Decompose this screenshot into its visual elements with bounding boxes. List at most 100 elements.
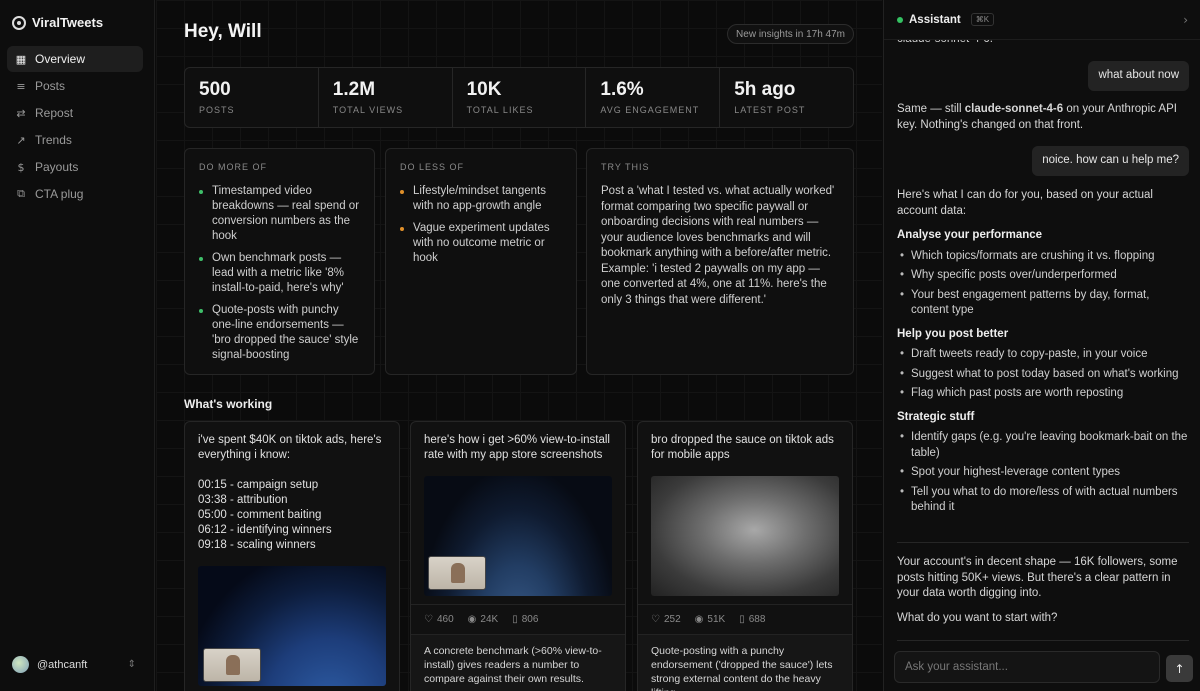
post-card[interactable]: bro dropped the sauce on tiktok ads for …: [637, 421, 853, 691]
sidebar-item-payouts[interactable]: $ Payouts: [7, 154, 143, 180]
grid-icon: ▦: [15, 52, 27, 66]
assistant-message: Here's what I can do for you, based on y…: [897, 188, 1189, 524]
post-text: here's how i get >60% view-to-install ra…: [424, 434, 610, 461]
eye-icon: ◉: [467, 614, 477, 625]
assistant-title: Assistant: [909, 13, 961, 26]
insights-badge: New insights in 17h 47m: [727, 24, 854, 44]
user-message: what about now: [1088, 61, 1189, 91]
list-item: Spot your highest-leverage content types: [897, 465, 1189, 481]
arrow-up-icon: ↑: [1174, 661, 1185, 676]
bookmark-icon: ▯: [739, 614, 745, 625]
chevron-updown-icon: ⇕: [127, 659, 136, 670]
bookmarks-count: 688: [748, 614, 766, 625]
sidebar-item-posts[interactable]: ≡ Posts: [7, 73, 143, 99]
heart-icon: ♡: [424, 614, 433, 625]
bookmarks-count: 806: [521, 614, 539, 625]
list-item: Vague experiment updates with no outcome…: [400, 221, 562, 266]
list-icon: ≡: [16, 79, 26, 93]
do-more-card: DO MORE OF Timestamped video breakdowns …: [184, 148, 375, 375]
message-text: Same — still: [897, 103, 965, 115]
assistant-message: Your account's in decent shape — 16K fol…: [897, 555, 1189, 626]
list-item: Suggest what to post today based on what…: [897, 367, 1189, 383]
link-icon: ⧉: [17, 187, 25, 200]
stat-label: POSTS: [199, 105, 235, 115]
do-less-list: Lifestyle/mindset tangents with no app-g…: [400, 184, 562, 266]
views-metric: ◉ 51K: [695, 614, 726, 625]
user-handle: @athcanft: [37, 658, 88, 671]
do-more-list: Timestamped video breakdowns — real spen…: [199, 184, 360, 363]
brand[interactable]: ViralTweets: [12, 15, 103, 30]
list-item: Why specific posts over/underperformed: [897, 268, 1189, 284]
message-heading: Analyse your performance: [897, 229, 1043, 241]
stat-value: 10K: [466, 79, 502, 100]
likes-metric: ♡ 252: [651, 614, 681, 625]
list-item: Tell you what to do more/less of with ac…: [897, 485, 1189, 516]
views-metric: ◉ 24K: [468, 614, 499, 625]
sidebar-item-label: Payouts: [35, 160, 79, 174]
main-content: Hey, Will New insights in 17h 47m 500 PO…: [156, 0, 882, 691]
card-title: DO MORE OF: [199, 162, 267, 172]
try-this-text: Post a 'what I tested vs. what actually …: [601, 185, 835, 306]
card-title: DO LESS OF: [400, 162, 465, 172]
user-switcher[interactable]: @athcanft ⇕: [12, 656, 136, 673]
sidebar-item-cta-plug[interactable]: ⧉ CTA plug: [7, 181, 143, 207]
heart-icon: ♡: [651, 614, 660, 625]
stat-value: 1.6%: [600, 79, 644, 100]
assistant-message: Same — still claude-sonnet-4-6 on your A…: [897, 102, 1189, 133]
shortcut-badge: ⌘K: [970, 13, 995, 26]
post-image: [651, 476, 839, 596]
post-card[interactable]: here's how i get >60% view-to-install ra…: [410, 421, 626, 691]
bookmarks-metric: ▯ 688: [739, 614, 765, 625]
stats-bar: 500 POSTS 1.2M TOTAL VIEWS 10K TOTAL LIK…: [184, 67, 854, 128]
stat-latest-post: 5h ago LATEST POST: [720, 68, 853, 127]
model-name: claude-sonnet-4-6: [964, 103, 1064, 115]
likes-count: 460: [436, 614, 454, 625]
stat-total-likes: 10K TOTAL LIKES: [453, 68, 587, 127]
sidebar-item-label: Overview: [35, 52, 86, 66]
list-item: Lifestyle/mindset tangents with no app-g…: [400, 184, 562, 214]
chat-input[interactable]: Ask your assistant...: [894, 651, 1160, 683]
message-heading: Help you post better: [897, 327, 1009, 340]
stat-total-views: 1.2M TOTAL VIEWS: [319, 68, 453, 127]
stat-label: AVG ENGAGEMENT: [600, 105, 700, 115]
sidebar-item-trends[interactable]: ↗ Trends: [7, 127, 143, 153]
list-item: Timestamped video breakdowns — real spen…: [199, 184, 360, 244]
post-card[interactable]: i've spent $40K on tiktok ads, here's ev…: [184, 421, 400, 691]
stat-value: 500: [199, 79, 231, 100]
sidebar-item-label: Repost: [35, 106, 74, 120]
sidebar: ViralTweets ▦ Overview ≡ Posts ⇄ Repost …: [0, 0, 155, 691]
divider: [897, 640, 1189, 641]
post-text: i've spent $40K on tiktok ads, here's ev…: [198, 434, 382, 551]
stat-label: TOTAL LIKES: [466, 105, 534, 115]
post-image: [198, 566, 386, 686]
message-list: Draft tweets ready to copy-paste, in you…: [897, 347, 1189, 402]
video-thumbnail: [203, 648, 261, 682]
try-this-card: TRY THIS Post a 'what I tested vs. what …: [586, 148, 854, 375]
user-message: noice. how can u help me?: [1032, 146, 1189, 176]
sidebar-item-overview[interactable]: ▦ Overview: [7, 46, 143, 72]
bookmark-icon: ▯: [512, 614, 518, 625]
stat-label: TOTAL VIEWS: [332, 105, 404, 115]
sidebar-item-repost[interactable]: ⇄ Repost: [7, 100, 143, 126]
app-name: ViralTweets: [32, 15, 104, 30]
post-metrics: ♡ 460 ◉ 24K ▯ 806: [411, 604, 625, 634]
sidebar-item-label: Posts: [35, 79, 66, 93]
message-text: Here's what I can do for you, based on y…: [897, 189, 1153, 217]
status-dot: [897, 16, 903, 23]
likes-count: 252: [663, 614, 681, 625]
card-title: TRY THIS: [601, 162, 650, 172]
message-heading: Strategic stuff: [897, 410, 975, 423]
repost-icon: ⇄: [16, 106, 26, 120]
post-image: [424, 476, 612, 596]
chevron-right-icon[interactable]: ›: [1183, 13, 1188, 27]
assistant-header: Assistant ⌘K ›: [884, 0, 1200, 40]
message-list: Which topics/formats are crushing it vs.…: [897, 249, 1189, 319]
sidebar-item-label: Trends: [35, 133, 72, 147]
likes-metric: ♡ 460: [424, 614, 454, 625]
views-count: 24K: [480, 614, 499, 625]
eye-icon: ◉: [694, 614, 704, 625]
list-item: Own benchmark posts — lead with a metric…: [199, 251, 360, 296]
list-item: Which topics/formats are crushing it vs.…: [897, 249, 1189, 265]
stat-value: 1.2M: [332, 79, 376, 100]
send-button[interactable]: ↑: [1166, 655, 1193, 682]
